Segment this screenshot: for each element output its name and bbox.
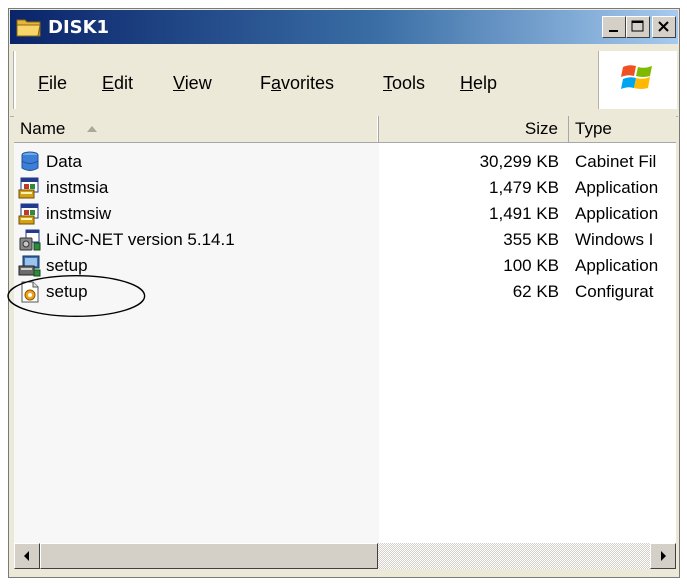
menu-tools[interactable]: Tools	[383, 73, 425, 94]
column-header-type[interactable]: Type	[569, 116, 679, 142]
menu-help[interactable]: Help	[460, 73, 497, 94]
windows-logo-icon	[621, 65, 652, 89]
cabinet-icon	[21, 151, 39, 171]
folder-icon	[16, 19, 41, 37]
file-type: Application	[575, 256, 659, 275]
file-size: 30,299 KB	[479, 152, 559, 171]
file-name: LiNC-NET version 5.14.1	[46, 230, 235, 249]
menu-favorites[interactable]: Favorites	[260, 73, 334, 94]
file-size: 1,491 KB	[489, 204, 559, 223]
minimize-icon	[609, 30, 618, 32]
file-size: 62 KB	[512, 282, 559, 301]
file-type: Cabinet Fil	[575, 152, 657, 171]
application-icon	[18, 177, 39, 199]
maximize-icon	[631, 20, 644, 32]
arrow-right-icon	[661, 551, 666, 561]
file-name: setup	[46, 282, 88, 301]
menu-bar: File Edit View Favorites Tools Help	[10, 46, 678, 117]
config-icon	[21, 281, 39, 303]
file-type: Configurat	[575, 282, 654, 301]
close-button[interactable]	[652, 16, 676, 38]
file-name: setup	[46, 256, 88, 275]
list-item[interactable]: instmsia 1,479 KB Application	[14, 175, 676, 201]
list-item[interactable]: Data 30,299 KB Cabinet Fil	[14, 149, 676, 175]
file-type: Application	[575, 178, 659, 197]
scroll-left-button[interactable]	[14, 543, 40, 569]
file-size: 1,479 KB	[489, 178, 559, 197]
minimize-button[interactable]	[602, 16, 626, 38]
column-header-name[interactable]: Name	[14, 116, 379, 142]
list-item[interactable]: LiNC-NET version 5.14.1 355 KB Windows I	[14, 227, 676, 253]
close-icon	[658, 21, 669, 32]
file-type: Application	[575, 204, 659, 223]
list-item[interactable]: setup 62 KB Configurat	[14, 279, 676, 305]
scroll-thumb[interactable]	[40, 543, 378, 569]
file-name: instmsiw	[46, 204, 112, 223]
file-list: Data 30,299 KB Cabinet Fil instmsia 1,47…	[14, 143, 676, 543]
menu-view[interactable]: View	[173, 73, 212, 94]
window-title: DISK1	[48, 17, 110, 38]
menu-edit[interactable]: Edit	[102, 73, 133, 94]
application-icon	[18, 203, 39, 225]
arrow-left-icon	[24, 551, 29, 561]
maximize-button[interactable]	[626, 16, 650, 38]
file-type: Windows I	[575, 230, 654, 249]
setup-app-icon	[18, 255, 41, 277]
menu-band: File Edit View Favorites Tools Help	[14, 51, 594, 109]
sort-ascending-icon	[87, 126, 97, 132]
menu-file[interactable]: File	[38, 73, 67, 94]
column-header-size[interactable]: Size	[379, 116, 569, 142]
scroll-right-button[interactable]	[650, 543, 676, 569]
file-size: 100 KB	[503, 256, 559, 275]
list-item[interactable]: setup 100 KB Application	[14, 253, 676, 279]
list-item[interactable]: instmsiw 1,491 KB Application	[14, 201, 676, 227]
title-bar[interactable]: DISK1	[10, 10, 678, 44]
file-size: 355 KB	[503, 230, 559, 249]
windows-logo-band	[598, 51, 677, 109]
installer-icon	[19, 229, 41, 251]
horizontal-scrollbar[interactable]	[14, 543, 676, 569]
file-name: instmsia	[46, 178, 109, 197]
column-headers: Name Size Type	[14, 116, 676, 143]
file-name: Data	[46, 152, 82, 171]
